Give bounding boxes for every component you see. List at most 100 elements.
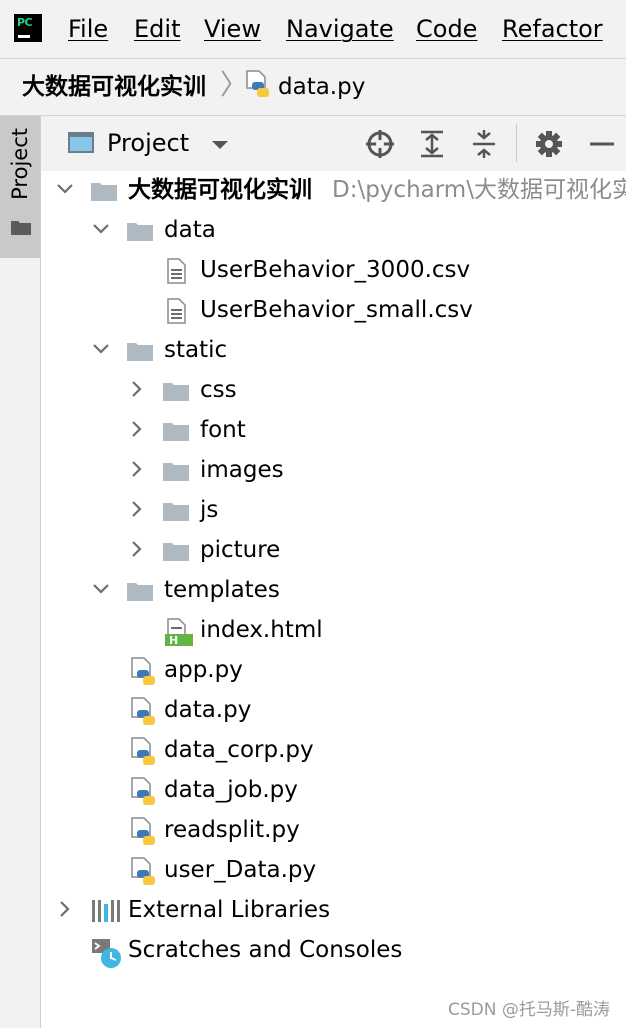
chevron-down-icon[interactable] — [55, 179, 75, 199]
chevron-right-icon[interactable] — [127, 419, 147, 439]
tree-node-label: templates — [164, 577, 280, 603]
project-tool-tab[interactable]: Project — [0, 116, 40, 258]
menu-bar: PC File Edit View Navigate Code Refactor — [0, 0, 626, 58]
tree-node-label: index.html — [200, 617, 323, 643]
tree-node-label: css — [200, 377, 237, 403]
tree-node-scratches[interactable]: Scratches and Consoles — [41, 931, 626, 971]
menu-navigate[interactable]: Navigate — [286, 15, 394, 43]
breadcrumb-file[interactable]: data.py — [278, 73, 365, 101]
tree-node-label: UserBehavior_3000.csv — [200, 257, 471, 283]
tree-node-python-file[interactable]: data_corp.py — [41, 731, 626, 771]
tree-node-python-file[interactable]: user_Data.py — [41, 851, 626, 891]
collapse-all-icon[interactable] — [468, 128, 500, 160]
python-file-icon — [244, 70, 272, 104]
folder-icon — [162, 537, 190, 565]
chevron-right-icon[interactable] — [55, 899, 75, 919]
text-file-icon — [163, 297, 191, 325]
tree-node-label: images — [200, 457, 284, 483]
tree-node-python-file[interactable]: data_job.py — [41, 771, 626, 811]
tree-node-data-folder[interactable]: data — [41, 211, 626, 251]
hide-minus-icon[interactable] — [586, 128, 618, 160]
folder-icon — [162, 377, 190, 405]
tree-node-external-libraries[interactable]: External Libraries — [41, 891, 626, 931]
tree-node-csv-file[interactable]: UserBehavior_3000.csv — [41, 251, 626, 291]
tree-node-root[interactable]: 大数据可视化实训 D:\pycharm\大数据可视化实 — [41, 171, 626, 211]
tree-node-html-file[interactable]: H index.html — [41, 611, 626, 651]
breadcrumb-project[interactable]: 大数据可视化实训 — [22, 73, 206, 101]
project-tool-tab-label: Project — [8, 128, 32, 200]
folder-icon — [162, 457, 190, 485]
chevron-right-icon[interactable] — [127, 499, 147, 519]
tree-node-css-folder[interactable]: css — [41, 371, 626, 411]
tree-node-label: app.py — [164, 657, 243, 683]
chevron-down-icon[interactable] — [91, 339, 111, 359]
tree-node-label: data — [164, 217, 216, 243]
tree-node-templates-folder[interactable]: templates — [41, 571, 626, 611]
chevron-down-icon[interactable] — [212, 141, 228, 149]
toolbar-divider — [516, 124, 517, 162]
python-file-icon — [129, 857, 157, 885]
tree-node-images-folder[interactable]: images — [41, 451, 626, 491]
project-toolwindow-header: Project — [41, 116, 626, 171]
svg-text:H: H — [169, 634, 178, 647]
pycharm-logo-icon: PC — [14, 14, 42, 42]
tree-node-path: D:\pycharm\大数据可视化实 — [332, 177, 626, 203]
tree-node-label: data_job.py — [164, 777, 298, 803]
menu-file[interactable]: File — [68, 15, 108, 43]
menu-refactor[interactable]: Refactor — [502, 15, 603, 43]
tree-node-static-folder[interactable]: static — [41, 331, 626, 371]
folder-icon — [126, 577, 154, 605]
folder-icon — [162, 417, 190, 445]
tree-node-label: readsplit.py — [164, 817, 300, 843]
chevron-right-icon[interactable] — [127, 539, 147, 559]
expand-all-icon[interactable] — [416, 128, 448, 160]
python-file-icon — [129, 777, 157, 805]
project-tree: 大数据可视化实训 D:\pycharm\大数据可视化实 data UserBeh… — [41, 171, 626, 1028]
tree-node-label: UserBehavior_small.csv — [200, 297, 473, 323]
tree-node-picture-folder[interactable]: picture — [41, 531, 626, 571]
chevron-down-icon[interactable] — [91, 219, 111, 239]
menu-view[interactable]: View — [204, 15, 261, 43]
folder-icon — [126, 337, 154, 365]
tree-node-python-file[interactable]: data.py — [41, 691, 626, 731]
scratches-clock-icon — [91, 937, 121, 968]
python-file-icon — [129, 657, 157, 685]
tree-node-font-folder[interactable]: font — [41, 411, 626, 451]
tree-node-label: Scratches and Consoles — [128, 937, 403, 963]
project-view-icon — [68, 132, 94, 153]
tree-node-python-file[interactable]: app.py — [41, 651, 626, 691]
tree-node-label: data_corp.py — [164, 737, 314, 763]
tree-node-label: user_Data.py — [164, 857, 317, 883]
locate-icon[interactable] — [364, 128, 396, 160]
tree-node-label: font — [200, 417, 246, 443]
breadcrumb: 大数据可视化实训 〉 data.py — [0, 58, 626, 116]
python-file-icon — [129, 697, 157, 725]
menu-edit[interactable]: Edit — [134, 15, 180, 43]
tree-node-label: data.py — [164, 697, 252, 723]
project-view-selector[interactable]: Project — [107, 129, 189, 157]
python-file-icon — [129, 817, 157, 845]
tree-node-label: picture — [200, 537, 281, 563]
folder-icon — [162, 497, 190, 525]
folder-icon — [126, 217, 154, 245]
folder-icon — [11, 219, 31, 239]
chevron-right-icon[interactable] — [127, 379, 147, 399]
chevron-right-icon[interactable] — [127, 459, 147, 479]
tree-node-js-folder[interactable]: js — [41, 491, 626, 531]
menu-code[interactable]: Code — [416, 15, 477, 43]
tree-node-label: js — [200, 497, 219, 523]
gear-icon[interactable] — [533, 128, 565, 160]
folder-icon — [90, 177, 118, 205]
python-file-icon — [129, 737, 157, 765]
chevron-down-icon[interactable] — [91, 579, 111, 599]
tree-node-csv-file[interactable]: UserBehavior_small.csv — [41, 291, 626, 331]
html-file-icon: H — [163, 617, 193, 647]
tree-node-python-file[interactable]: readsplit.py — [41, 811, 626, 851]
tree-node-label: static — [164, 337, 228, 363]
library-icon — [91, 897, 120, 925]
tree-node-label: External Libraries — [128, 897, 331, 923]
watermark: CSDN @托马斯-酷涛 — [447, 1000, 610, 1020]
tree-node-label: 大数据可视化实训 — [128, 177, 312, 203]
text-file-icon — [163, 257, 191, 285]
tool-window-strip: Project — [0, 116, 41, 1028]
